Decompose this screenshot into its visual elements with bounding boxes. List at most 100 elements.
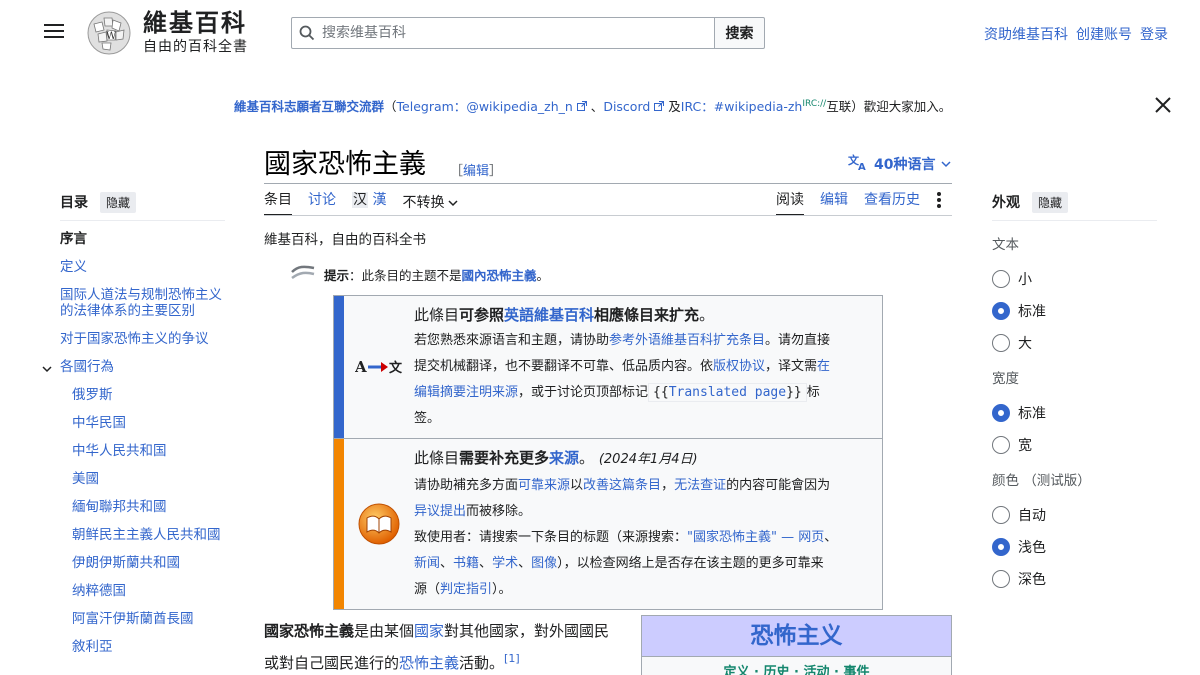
radio-option[interactable]: 深色 bbox=[992, 563, 1157, 595]
tab-history[interactable]: 查看历史 bbox=[864, 190, 920, 216]
news-search-link[interactable]: 新闻 bbox=[414, 556, 440, 571]
wordmark[interactable]: 維基百科 自由的百科全書 bbox=[143, 8, 248, 56]
license-link[interactable]: 版权协议 bbox=[713, 359, 765, 374]
translate-notice-text: 此條目可参照英語維基百科相應條目来扩充。 若您熟悉來源语言和主題，请协助参考外语… bbox=[414, 296, 882, 438]
variant-simplified[interactable]: 汉 bbox=[352, 192, 368, 208]
toc-subitem[interactable]: 俄罗斯 bbox=[60, 387, 225, 403]
variant-traditional[interactable]: 漢 bbox=[372, 192, 386, 208]
enwiki-link[interactable]: 英語維基百科 bbox=[504, 306, 594, 324]
translate-icon: 文A bbox=[848, 153, 868, 175]
web-search-link[interactable]: 网页 bbox=[798, 530, 824, 545]
toc-subitem[interactable]: 敘利亞 bbox=[60, 639, 225, 655]
reference-link[interactable]: [1] bbox=[504, 652, 520, 665]
source-search-link[interactable]: "國家恐怖主義" bbox=[687, 530, 777, 545]
hatnote-text: 提示：此条目的主题不是國內恐怖主義。 bbox=[324, 265, 549, 284]
radio-label: 大 bbox=[1018, 336, 1032, 352]
donate-link[interactable]: 资助维基百科 bbox=[984, 24, 1068, 44]
radio-option[interactable]: 标准 bbox=[992, 295, 1157, 327]
close-icon[interactable] bbox=[1154, 96, 1172, 114]
template-link[interactable]: Translated page bbox=[669, 385, 786, 400]
edit-link[interactable]: 编辑 bbox=[463, 164, 489, 179]
radio-option[interactable]: 大 bbox=[992, 327, 1157, 359]
toc-subitem[interactable]: 阿富汗伊斯蘭酋長國 bbox=[60, 611, 225, 627]
radio-button[interactable] bbox=[992, 270, 1010, 288]
toc-item-parent[interactable]: 各國行為 bbox=[42, 359, 225, 375]
radio-button[interactable] bbox=[992, 436, 1010, 454]
tab-article[interactable]: 条目 bbox=[264, 190, 292, 216]
scholar-search-link[interactable]: 学术 bbox=[492, 556, 518, 571]
toc-subitem[interactable]: 中华民国 bbox=[60, 415, 225, 431]
irc-channel-link[interactable]: #wikipedia-zh bbox=[714, 99, 803, 114]
terrorism-link[interactable]: 恐怖主義 bbox=[399, 654, 459, 672]
discord-link[interactable]: Discord bbox=[603, 99, 650, 114]
expand-link[interactable]: 参考外语維基百科扩充条目 bbox=[609, 333, 765, 348]
appearance-hide-button[interactable]: 隐藏 bbox=[1032, 191, 1069, 213]
telegram-handle-link[interactable]: @wikipedia_zh_n bbox=[466, 99, 573, 114]
site-notice: 維基百科志願者互聯交流群（Telegram：@wikipedia_zh_n 、D… bbox=[234, 96, 951, 115]
tab-talk[interactable]: 讨论 bbox=[308, 190, 336, 216]
images-search-link[interactable]: 图像 bbox=[531, 556, 557, 571]
improve-link[interactable]: 改善这篇条目 bbox=[583, 478, 661, 493]
radio-button[interactable] bbox=[992, 506, 1010, 524]
more-icon[interactable] bbox=[936, 190, 942, 210]
irc-link[interactable]: IRC： bbox=[681, 99, 714, 114]
text: 此條目 bbox=[414, 449, 460, 467]
country-link[interactable]: 國家 bbox=[414, 622, 444, 640]
toc-item-intro[interactable]: 序言 bbox=[60, 231, 225, 247]
tab-read[interactable]: 阅读 bbox=[776, 190, 804, 216]
toc-item[interactable]: 国际人道法与规制恐怖主义的法律体系的主要区别 bbox=[60, 287, 225, 319]
verifiability-link[interactable]: 无法查证 bbox=[674, 478, 726, 493]
sources-link[interactable]: 来源 bbox=[549, 449, 579, 467]
radio-button-selected[interactable] bbox=[992, 404, 1010, 422]
text-size-label: 文本 bbox=[992, 237, 1019, 253]
chevron-down-icon[interactable] bbox=[42, 361, 52, 377]
telegram-link[interactable]: Telegram： bbox=[397, 99, 467, 114]
radio-button[interactable] bbox=[992, 334, 1010, 352]
search-input[interactable] bbox=[322, 25, 702, 41]
text: 是由某個 bbox=[354, 622, 415, 640]
sources-notice: 此條目需要补充更多来源。 (2024年1月4日) 请协助補充多方面可靠来源以改善… bbox=[334, 438, 882, 609]
toc-subitem[interactable]: 伊朗伊斯蘭共和國 bbox=[60, 555, 225, 571]
login-link[interactable]: 登录 bbox=[1140, 24, 1168, 44]
radio-option[interactable]: 小 bbox=[992, 263, 1157, 295]
tab-edit[interactable]: 编辑 bbox=[820, 190, 848, 216]
infobox-link[interactable]: 定义 bbox=[723, 665, 749, 675]
radio-option[interactable]: 浅色 bbox=[992, 531, 1157, 563]
books-search-link[interactable]: 书籍 bbox=[453, 556, 479, 571]
summary-link[interactable]: 编辑摘要注明来源 bbox=[414, 385, 518, 400]
toc-subitem[interactable]: 美國 bbox=[60, 471, 225, 487]
toc-item[interactable]: 定义 bbox=[60, 259, 225, 275]
toc-item[interactable]: 对于国家恐怖主义的争议 bbox=[60, 331, 225, 347]
infobox-title[interactable]: 恐怖主义 bbox=[642, 616, 951, 656]
toc-subitem[interactable]: 中华人民共和国 bbox=[60, 443, 225, 459]
radio-button-selected[interactable] bbox=[992, 302, 1010, 320]
radio-option[interactable]: 标准 bbox=[992, 397, 1157, 429]
wikipedia-globe-icon[interactable]: W bbox=[84, 10, 134, 56]
width-label: 宽度 bbox=[992, 371, 1019, 387]
external-link-icon bbox=[573, 99, 591, 114]
radio-button-selected[interactable] bbox=[992, 538, 1010, 556]
converter-dropdown[interactable]: 不转换 bbox=[402, 190, 458, 216]
toc-hide-button[interactable]: 隐藏 bbox=[100, 191, 137, 213]
toc-header: 目录 隐藏 bbox=[60, 190, 225, 214]
toc-subitem[interactable]: 緬甸聯邦共和國 bbox=[60, 499, 225, 515]
radio-option[interactable]: 自动 bbox=[992, 499, 1157, 531]
reliable-sources-link[interactable]: 可靠来源 bbox=[518, 478, 570, 493]
radio-option[interactable]: 宽 bbox=[992, 429, 1157, 461]
search-button[interactable]: 搜索 bbox=[714, 17, 765, 49]
guideline-link[interactable]: 判定指引 bbox=[440, 582, 492, 597]
notice-group-link[interactable]: 維基百科志願者互聯交流群 bbox=[234, 99, 384, 114]
toc-subitem[interactable]: 纳粹德国 bbox=[60, 583, 225, 599]
infobox-link[interactable]: 历史 bbox=[763, 665, 789, 675]
text-bold: 需要补充更多 bbox=[459, 449, 550, 467]
radio-button[interactable] bbox=[992, 570, 1010, 588]
hatnote-link[interactable]: 國內恐怖主義 bbox=[462, 268, 537, 283]
summary-link[interactable]: 在 bbox=[817, 359, 830, 374]
menu-icon[interactable] bbox=[44, 24, 64, 40]
infobox-link[interactable]: 活动 bbox=[804, 665, 830, 675]
toc-subitem[interactable]: 朝鲜民主主義人民共和國 bbox=[60, 527, 225, 543]
infobox-link[interactable]: 事件 bbox=[844, 665, 870, 675]
language-button[interactable]: 文A 40种语言 bbox=[848, 153, 952, 175]
challenge-link[interactable]: 异议提出 bbox=[414, 504, 466, 519]
create-account-link[interactable]: 创建账号 bbox=[1076, 24, 1132, 44]
